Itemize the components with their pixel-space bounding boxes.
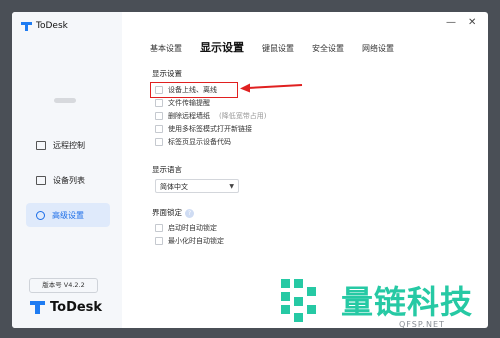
red-arrow-icon bbox=[240, 83, 303, 93]
minimize-button[interactable]: — bbox=[446, 17, 456, 28]
option-file-transfer-reminder[interactable]: 文件传输提醒 bbox=[155, 98, 210, 108]
tab-display[interactable]: 显示设置 bbox=[200, 39, 244, 55]
checkbox[interactable] bbox=[155, 112, 163, 120]
checkbox[interactable] bbox=[155, 138, 163, 146]
watermark: 量链科技 QFSP.NET bbox=[271, 265, 500, 338]
help-icon[interactable]: ? bbox=[185, 208, 194, 218]
app-brand: ToDesk bbox=[21, 21, 68, 31]
monitor-icon bbox=[36, 140, 46, 150]
devices-icon bbox=[36, 175, 46, 185]
tab-network[interactable]: 网络设置 bbox=[362, 43, 394, 54]
avatar bbox=[54, 98, 76, 103]
version-badge: 版本号 V4.2.2 bbox=[29, 278, 98, 293]
lock-title: 界面锁定 bbox=[152, 208, 182, 217]
display-section-title: 显示设置 bbox=[152, 69, 182, 78]
checkbox[interactable] bbox=[155, 237, 163, 245]
option-lock-on-start[interactable]: 启动时自动锁定 bbox=[155, 223, 217, 233]
checkbox[interactable] bbox=[155, 224, 163, 232]
tab-basic[interactable]: 基本设置 bbox=[150, 43, 182, 54]
watermark-logo-icon bbox=[281, 279, 316, 322]
option-lock-on-minimize[interactable]: 最小化时自动锁定 bbox=[155, 236, 224, 246]
todesk-logo-icon bbox=[30, 301, 45, 314]
footer-brand-text: ToDesk bbox=[50, 300, 103, 315]
option-hint: (降低宽带占用) bbox=[219, 112, 267, 120]
option-label: 标签页显示设备代码 bbox=[168, 138, 231, 146]
close-button[interactable]: ✕ bbox=[468, 17, 476, 28]
option-multi-tab-mode[interactable]: 使用多标签模式打开新链接 bbox=[155, 124, 252, 134]
option-label: 删除远程墙纸 bbox=[168, 112, 210, 120]
language-section-title: 显示语言 bbox=[152, 165, 182, 174]
sidebar: ToDesk 远程控制 设备列表 高级设置 版本号 V4.2.2 ToDesk bbox=[12, 12, 122, 328]
option-remove-wallpaper[interactable]: 删除远程墙纸 (降低宽带占用) bbox=[155, 111, 266, 121]
tab-security[interactable]: 安全设置 bbox=[312, 43, 344, 54]
language-select[interactable]: 简体中文 ▼ bbox=[155, 179, 239, 193]
option-label: 使用多标签模式打开新链接 bbox=[168, 125, 252, 133]
checkbox[interactable] bbox=[155, 125, 163, 133]
tab-keyboard-mouse[interactable]: 键鼠设置 bbox=[262, 43, 294, 54]
footer-brand: ToDesk bbox=[30, 300, 102, 315]
language-select-value: 简体中文 bbox=[160, 183, 188, 191]
chevron-down-icon: ▼ bbox=[229, 183, 234, 190]
sidebar-item-label: 远程控制 bbox=[53, 140, 85, 150]
option-tab-device-code[interactable]: 标签页显示设备代码 bbox=[155, 137, 231, 147]
sidebar-item-label: 设备列表 bbox=[53, 175, 85, 185]
highlight-box bbox=[150, 82, 238, 98]
option-label: 启动时自动锁定 bbox=[168, 224, 217, 232]
watermark-text: 量链科技 bbox=[341, 283, 474, 321]
sidebar-item-device-list[interactable]: 设备列表 bbox=[26, 168, 110, 192]
sidebar-item-label: 高级设置 bbox=[52, 210, 84, 220]
app-title: ToDesk bbox=[36, 21, 68, 31]
sidebar-item-remote-control[interactable]: 远程控制 bbox=[26, 133, 110, 157]
checkbox[interactable] bbox=[155, 99, 163, 107]
todesk-logo-icon bbox=[21, 21, 32, 31]
watermark-domain: QFSP.NET bbox=[399, 320, 445, 329]
lock-section-title: 界面锁定? bbox=[152, 207, 194, 218]
sidebar-item-advanced-settings[interactable]: 高级设置 bbox=[26, 203, 110, 227]
settings-icon bbox=[36, 210, 45, 220]
settings-tabs: 基本设置 显示设置 键鼠设置 安全设置 网络设置 bbox=[150, 39, 394, 55]
option-label: 最小化时自动锁定 bbox=[168, 237, 224, 245]
option-label: 文件传输提醒 bbox=[168, 99, 210, 107]
